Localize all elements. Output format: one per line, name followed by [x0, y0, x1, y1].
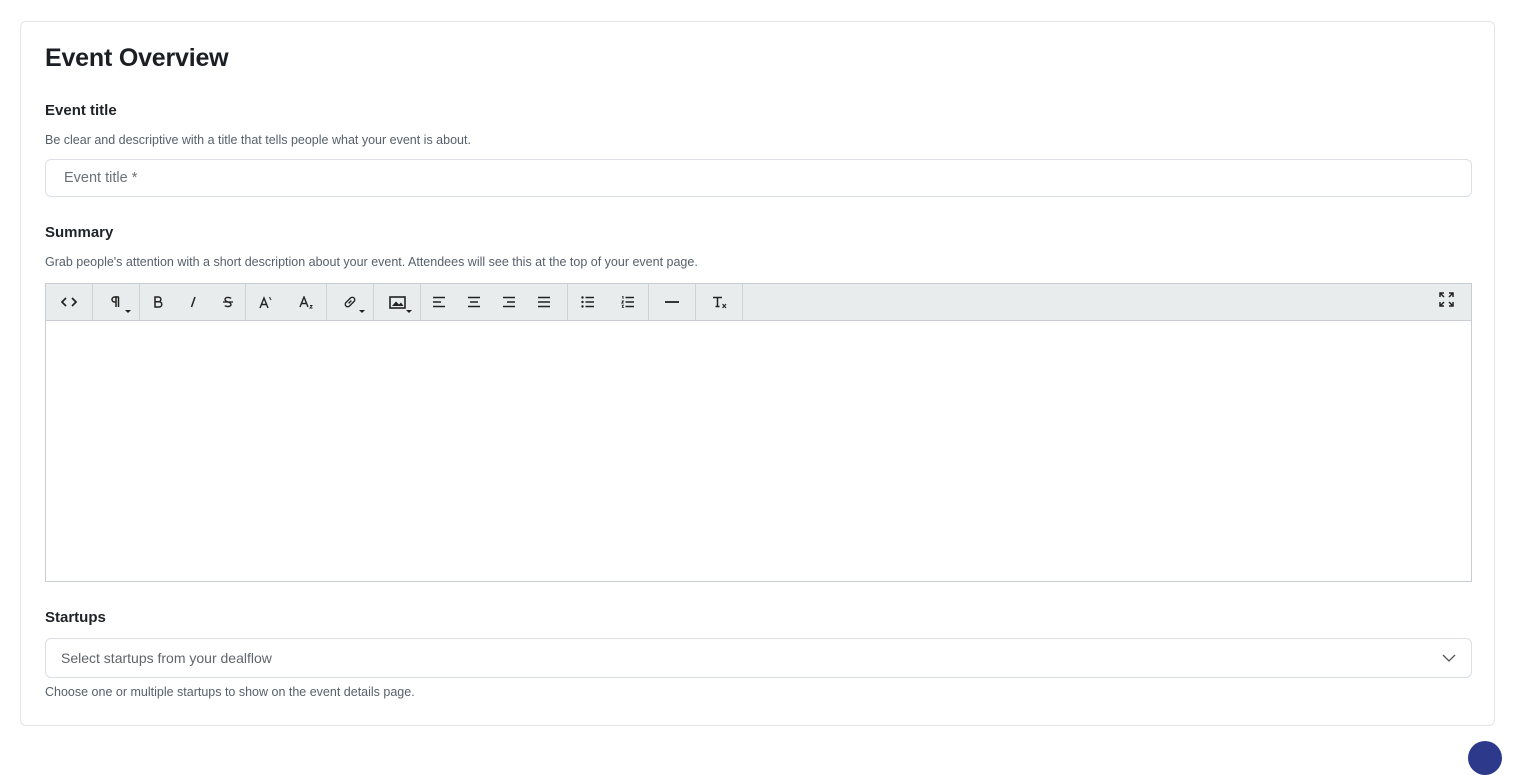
align-justify-button[interactable] — [526, 284, 561, 320]
chevron-down-icon — [1442, 649, 1456, 667]
numbered-list-button[interactable] — [608, 284, 648, 320]
code-view-icon — [61, 296, 77, 308]
bold-button[interactable] — [140, 284, 175, 320]
toolbar-group-clear — [696, 284, 743, 320]
toolbar-group-align — [421, 284, 568, 320]
toolbar-group-lists — [568, 284, 649, 320]
italic-button[interactable] — [175, 284, 210, 320]
subscript-icon — [298, 295, 314, 309]
editor-toolbar — [46, 284, 1471, 321]
align-center-icon — [467, 296, 481, 308]
italic-icon — [189, 296, 197, 308]
insert-link-button[interactable] — [327, 284, 373, 320]
align-left-icon — [432, 296, 446, 308]
summary-help: Grab people's attention with a short des… — [45, 255, 698, 269]
bullet-list-icon — [581, 296, 595, 308]
link-icon — [343, 295, 357, 309]
event-overview-card: Event Overview Event title Be clear and … — [20, 21, 1495, 726]
align-center-button[interactable] — [456, 284, 491, 320]
toolbar-group-code — [46, 284, 93, 320]
strikethrough-button[interactable] — [210, 284, 245, 320]
toolbar-group-image — [374, 284, 421, 320]
image-icon — [388, 295, 406, 309]
event-title-help: Be clear and descriptive with a title th… — [45, 133, 471, 147]
summary-rich-text-editor — [45, 283, 1472, 582]
bold-icon — [153, 296, 163, 308]
superscript-icon — [259, 295, 273, 309]
summary-editor-area[interactable] — [46, 321, 1471, 581]
fullscreen-button[interactable] — [1421, 284, 1471, 320]
page-title: Event Overview — [45, 44, 229, 72]
align-justify-icon — [537, 296, 551, 308]
startups-select-placeholder: Select startups from your dealflow — [61, 650, 272, 666]
floating-action-button[interactable] — [1468, 741, 1502, 775]
strikethrough-icon — [222, 296, 234, 308]
chevron-down-icon — [125, 310, 131, 313]
chevron-down-icon — [406, 310, 412, 313]
toolbar-group-script — [246, 284, 327, 320]
align-left-button[interactable] — [421, 284, 456, 320]
paragraph-format-icon — [111, 296, 121, 308]
chevron-down-icon — [359, 310, 365, 313]
startups-help: Choose one or multiple startups to show … — [45, 685, 415, 699]
subscript-button[interactable] — [286, 284, 326, 320]
bullet-list-button[interactable] — [568, 284, 608, 320]
horizontal-rule-icon — [665, 300, 679, 304]
clear-formatting-icon — [712, 296, 727, 309]
align-right-button[interactable] — [491, 284, 526, 320]
summary-label: Summary — [45, 224, 114, 241]
startups-label: Startups — [45, 609, 106, 626]
fullscreen-icon — [1438, 292, 1454, 312]
paragraph-format-button[interactable] — [93, 284, 139, 320]
superscript-button[interactable] — [246, 284, 286, 320]
toolbar-group-link — [327, 284, 374, 320]
toolbar-group-rule — [649, 284, 696, 320]
toolbar-group-style — [140, 284, 246, 320]
horizontal-rule-button[interactable] — [649, 284, 695, 320]
toolbar-group-format — [93, 284, 140, 320]
align-right-icon — [502, 296, 516, 308]
numbered-list-icon — [621, 296, 635, 308]
startups-select[interactable]: Select startups from your dealflow — [45, 638, 1472, 678]
code-view-button[interactable] — [46, 284, 92, 320]
event-title-input[interactable] — [45, 159, 1472, 197]
clear-formatting-button[interactable] — [696, 284, 742, 320]
event-title-label: Event title — [45, 102, 117, 119]
insert-image-button[interactable] — [374, 284, 420, 320]
